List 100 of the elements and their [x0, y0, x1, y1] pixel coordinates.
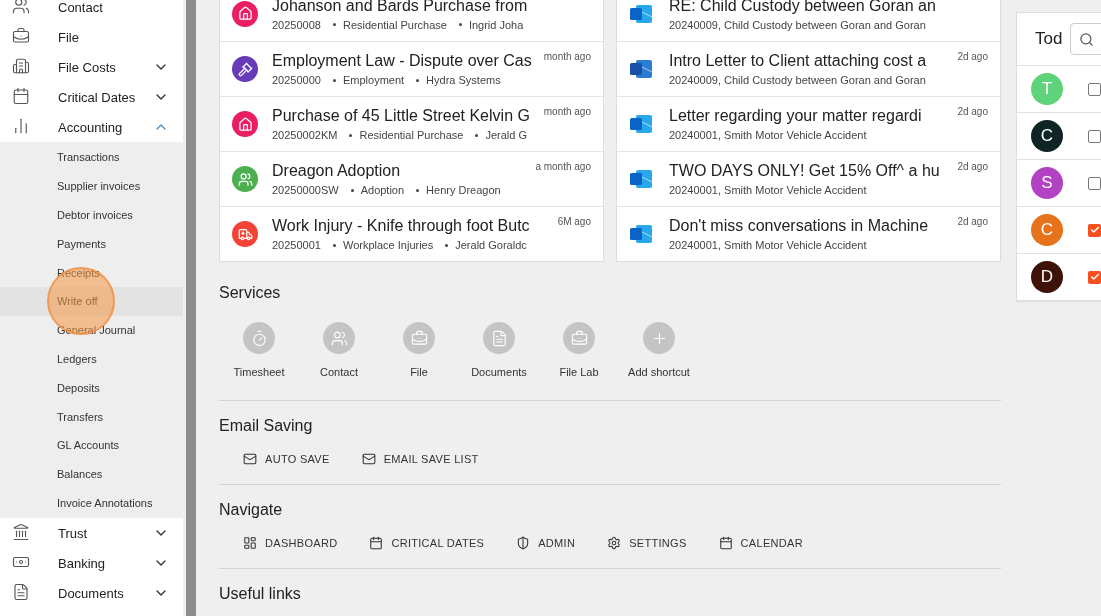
panel-title: Tod [1035, 29, 1063, 49]
shortcut-button[interactable]: Timesheet [219, 322, 299, 378]
submenu-item[interactable]: General Journal [0, 315, 183, 345]
matter-title: Work Injury - Knife through foot Butc [272, 217, 531, 235]
submenu-item[interactable]: Transactions [0, 143, 183, 172]
navigate-button[interactable]: SETTINGS [597, 532, 697, 554]
briefcase-icon [12, 27, 30, 45]
matter-detail: 20250008 [272, 18, 321, 31]
time-label: 2d ago [957, 51, 988, 62]
calendar-icon [369, 536, 384, 550]
house-icon [237, 6, 253, 21]
time-label: 2d ago [957, 106, 988, 117]
navigate-button[interactable]: CRITICAL DATES [359, 532, 495, 554]
matter-detail: Employment [342, 74, 405, 86]
submenu-item[interactable]: Ledgers [0, 344, 183, 374]
mail-icon [243, 452, 257, 466]
document-subtitle: 20240009, Child Custody between Goran and Goran [669, 18, 927, 31]
matter-title: Dreagon Adoption [272, 162, 402, 180]
avatar: S [1031, 167, 1063, 199]
checkbox[interactable] [1088, 176, 1101, 190]
shortcut-button[interactable]: File Lab [539, 322, 619, 378]
navigate-button[interactable]: CALENDAR [708, 532, 813, 554]
matter-detail: Workplace Injuries [342, 239, 434, 251]
document-row[interactable]: Letter regarding your matter regardi 20240001, Smith Motor Vehicle Accident 2d ago [617, 96, 1000, 151]
submenu-item[interactable]: GL Accounts [0, 430, 183, 460]
calendar-icon [718, 536, 733, 550]
sidebar-item[interactable]: Accounting [0, 112, 183, 142]
document-title: Letter regarding your matter regardi [669, 107, 923, 125]
bank-icon [12, 523, 30, 542]
email-save-button[interactable]: EMAIL SAVE LIST [351, 448, 489, 470]
sidebar-item[interactable]: Critical Dates [0, 82, 183, 112]
checkbox[interactable] [1088, 82, 1101, 96]
matter-detail: Jerald Goraldc [455, 239, 527, 251]
matter-detail: 20250000SW [272, 184, 339, 196]
section-title: Email Saving [219, 417, 314, 435]
sidebar-item[interactable]: File Costs [0, 52, 183, 82]
submenu-item[interactable]: Balances [0, 459, 183, 489]
people-icon [237, 171, 253, 187]
matter-row[interactable]: Work Injury - Knife through foot Butc 20250001 Workplace Injuries Jerald Goraldc 6M ago [220, 206, 603, 261]
document-row[interactable]: TWO DAYS ONLY! Get 15% Off^ a hu 20240001, Smith Motor Vehicle Accident 2d ago [617, 151, 1000, 206]
outlook-icon [629, 113, 653, 135]
matter-detail: Residential Purchase [359, 129, 464, 141]
matter-detail: 20250002KM [272, 129, 338, 141]
submenu-item[interactable]: Transfers [0, 402, 183, 431]
section-title: Useful links [219, 585, 302, 603]
outlook-icon [629, 223, 653, 245]
avatar: C [1031, 120, 1063, 152]
time-label: 2d ago [957, 216, 988, 227]
gavel-icon [237, 61, 253, 77]
sidebar-item[interactable]: File [0, 22, 183, 52]
checkbox[interactable] [1088, 129, 1101, 143]
ambulance-icon [237, 226, 253, 242]
checkbox[interactable] [1088, 270, 1101, 284]
sidebar-item[interactable]: Contact [0, 0, 183, 22]
submenu-item[interactable]: Invoice Annotations [0, 488, 183, 518]
section-title: Services [219, 283, 282, 302]
submenu-item[interactable]: Supplier invoices [0, 171, 183, 201]
matter-title: Purchase of 45 Little Street Kelvin G [272, 107, 531, 125]
word-icon [629, 58, 653, 80]
briefcase-icon [570, 329, 588, 347]
avatar: T [1031, 73, 1063, 105]
matter-detail: Residential Purchase [342, 18, 447, 31]
matter-row[interactable]: Employment Law - Dispute over Cas 20250000 Employment Hydra Systems month ago [220, 41, 603, 96]
shortcut-button[interactable]: File [379, 322, 459, 378]
outlook-icon [629, 168, 653, 190]
scrollbar[interactable] [186, 0, 196, 616]
avatar: C [1031, 214, 1063, 246]
document-row[interactable]: Intro Letter to Client attaching cost a 20240009, Child Custody between Goran and Goran 2d ago [617, 41, 1000, 96]
navigate-button[interactable]: ADMIN [506, 532, 586, 554]
submenu-item[interactable]: Payments [0, 229, 183, 259]
time-label: 6M ago [557, 216, 591, 227]
matter-row[interactable]: Dreagon Adoption 20250000SW Adoption Henry Dreagon a month ago [220, 151, 603, 206]
sidebar-item[interactable]: Trust [0, 518, 183, 549]
shortcut-button[interactable]: Documents [459, 322, 539, 378]
matter-detail: 20250001 [272, 239, 321, 251]
document-subtitle: 20240001, Smith Motor Vehicle Accident [669, 184, 868, 196]
submenu-item[interactable]: Deposits [0, 373, 183, 403]
navigate-button[interactable]: DASHBOARD [233, 532, 348, 554]
bar-chart-icon [12, 117, 30, 135]
shortcut-button[interactable]: Contact [299, 322, 379, 378]
shortcut-button[interactable]: Add shortcut [619, 322, 699, 378]
matter-detail: 20250000 [272, 74, 321, 86]
checkbox[interactable] [1088, 223, 1101, 237]
calendar-icon [12, 87, 30, 105]
sidebar-item[interactable]: Documents [0, 578, 183, 609]
house-icon [237, 116, 253, 132]
sidebar-item[interactable]: Banking [0, 548, 183, 579]
settings-icon [607, 536, 622, 550]
document-title: Intro Letter to Client attaching cost a [669, 52, 928, 70]
submenu-item[interactable]: Debtor invoices [0, 200, 183, 230]
time-label: month ago [543, 106, 591, 117]
document-row[interactable]: Don't miss conversations in Machine 20240001, Smith Motor Vehicle Accident 2d ago [617, 206, 1000, 261]
document-icon [490, 329, 508, 347]
briefcase-icon [410, 329, 428, 347]
matter-detail: Jerald G [485, 129, 527, 141]
matter-row[interactable]: Purchase of 45 Little Street Kelvin G 20250002KM Residential Purchase Jerald G month ago [220, 96, 603, 151]
email-save-button[interactable]: AUTO SAVE [233, 448, 340, 470]
document-title: Don't miss conversations in Machine [669, 217, 930, 235]
users-icon [330, 329, 348, 347]
dashboard-icon [243, 536, 257, 550]
